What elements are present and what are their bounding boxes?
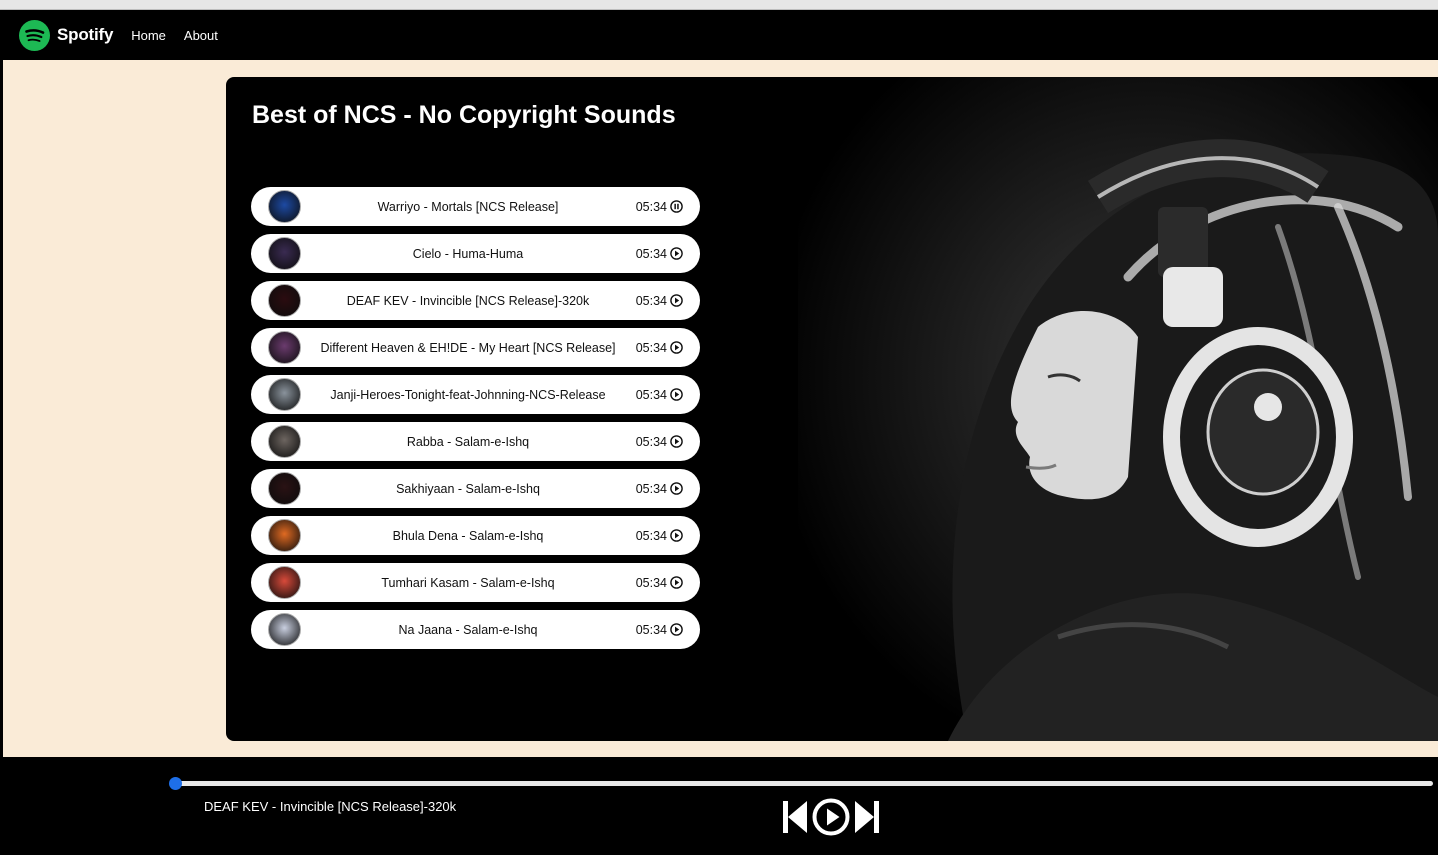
song-duration: 05:34 (636, 529, 683, 543)
song-duration: 05:34 (636, 623, 683, 637)
song-duration-text: 05:34 (635, 528, 667, 543)
playlist-title: Best of NCS - No Copyright Sounds (252, 101, 676, 129)
play-circle-icon[interactable] (670, 247, 683, 260)
song-duration-text: 05:34 (635, 340, 667, 355)
song-name: Na Jaana - Salam-e-Ishq (398, 622, 538, 637)
play-circle-icon[interactable] (670, 435, 683, 448)
song-cover-image (268, 566, 301, 599)
song-duration: 05:34 (636, 482, 683, 496)
pause-circle-icon[interactable] (670, 200, 683, 213)
song-item[interactable]: Tumhari Kasam - Salam-e-Ishq 05:34 (251, 563, 700, 602)
song-item[interactable]: Different Heaven & EH!DE - My Heart [NCS… (251, 328, 700, 367)
song-name: Cielo - Huma-Huma (412, 246, 524, 261)
browser-chrome-strip (0, 0, 1438, 10)
song-name: Sakhiyaan - Salam-e-Ishq (396, 481, 540, 496)
song-name: DEAF KEV - Invincible [NCS Release]-320k (346, 293, 590, 308)
play-circle-icon[interactable] (670, 341, 683, 354)
player-bar: DEAF KEV - Invincible [NCS Release]-320k (0, 757, 1438, 855)
song-item[interactable]: Rabba - Salam-e-Ishq 05:34 (251, 422, 700, 461)
song-duration-text: 05:34 (635, 246, 667, 261)
background-image (798, 77, 1438, 741)
progress-bar[interactable] (169, 777, 1433, 790)
song-duration-text: 05:34 (635, 622, 667, 637)
song-duration: 05:34 (636, 576, 683, 590)
song-duration-text: 05:34 (635, 199, 667, 214)
play-circle-icon[interactable] (670, 623, 683, 636)
play-circle-icon[interactable] (812, 798, 850, 836)
song-duration-text: 05:34 (635, 293, 667, 308)
play-circle-icon[interactable] (670, 529, 683, 542)
song-item[interactable]: Na Jaana - Salam-e-Ishq 05:34 (251, 610, 700, 649)
play-circle-icon[interactable] (670, 576, 683, 589)
progress-thumb[interactable] (169, 777, 182, 790)
song-duration-text: 05:34 (635, 575, 667, 590)
song-cover-image (268, 237, 301, 270)
song-name: Warriyo - Mortals [NCS Release] (377, 199, 559, 214)
song-cover-image (268, 613, 301, 646)
song-cover-image (268, 190, 301, 223)
song-name: Bhula Dena - Salam-e-Ishq (392, 528, 544, 543)
song-name: Janji-Heroes-Tonight-feat-Johnning-NCS-R… (330, 387, 606, 402)
nav-link-about[interactable]: About (184, 28, 218, 43)
song-item[interactable]: Sakhiyaan - Salam-e-Ishq 05:34 (251, 469, 700, 508)
song-cover-image (268, 378, 301, 411)
song-duration: 05:34 (636, 200, 683, 214)
play-circle-icon[interactable] (670, 482, 683, 495)
song-item[interactable]: Janji-Heroes-Tonight-feat-Johnning-NCS-R… (251, 375, 700, 414)
navbar: Spotify Home About (0, 10, 1438, 60)
song-item[interactable]: DEAF KEV - Invincible [NCS Release]-320k… (251, 281, 700, 320)
step-backward-icon[interactable] (782, 800, 808, 834)
nav-link-home[interactable]: Home (131, 28, 166, 43)
play-circle-icon[interactable] (670, 388, 683, 401)
play-circle-icon[interactable] (670, 294, 683, 307)
song-cover-image (268, 425, 301, 458)
now-playing-title: DEAF KEV - Invincible [NCS Release]-320k (204, 799, 457, 814)
song-item[interactable]: Bhula Dena - Salam-e-Ishq 05:34 (251, 516, 700, 555)
song-name: Tumhari Kasam - Salam-e-Ishq (381, 575, 555, 590)
song-item[interactable]: Warriyo - Mortals [NCS Release] 05:34 (251, 187, 700, 226)
step-forward-icon[interactable] (854, 800, 880, 834)
song-cover-image (268, 519, 301, 552)
brand-name: Spotify (57, 25, 114, 44)
song-duration: 05:34 (636, 388, 683, 402)
song-duration-text: 05:34 (635, 434, 667, 449)
song-duration: 05:34 (636, 294, 683, 308)
song-name: Rabba - Salam-e-Ishq (406, 434, 530, 449)
brand[interactable]: Spotify (19, 19, 114, 51)
song-name: Different Heaven & EH!DE - My Heart [NCS… (320, 340, 616, 355)
song-item[interactable]: Cielo - Huma-Huma 05:34 (251, 234, 700, 273)
song-cover-image (268, 331, 301, 364)
song-duration: 05:34 (636, 341, 683, 355)
song-duration: 05:34 (636, 435, 683, 449)
spotify-logo-icon (19, 19, 50, 51)
song-duration: 05:34 (636, 247, 683, 261)
song-duration-text: 05:34 (635, 481, 667, 496)
song-list: Warriyo - Mortals [NCS Release] 05:34 Ciel… (251, 187, 700, 657)
player-controls (782, 798, 880, 836)
song-duration-text: 05:34 (635, 387, 667, 402)
song-cover-image (268, 472, 301, 505)
song-cover-image (268, 284, 301, 317)
playlist-container: Best of NCS - No Copyright Sounds Warriy… (226, 77, 1438, 741)
